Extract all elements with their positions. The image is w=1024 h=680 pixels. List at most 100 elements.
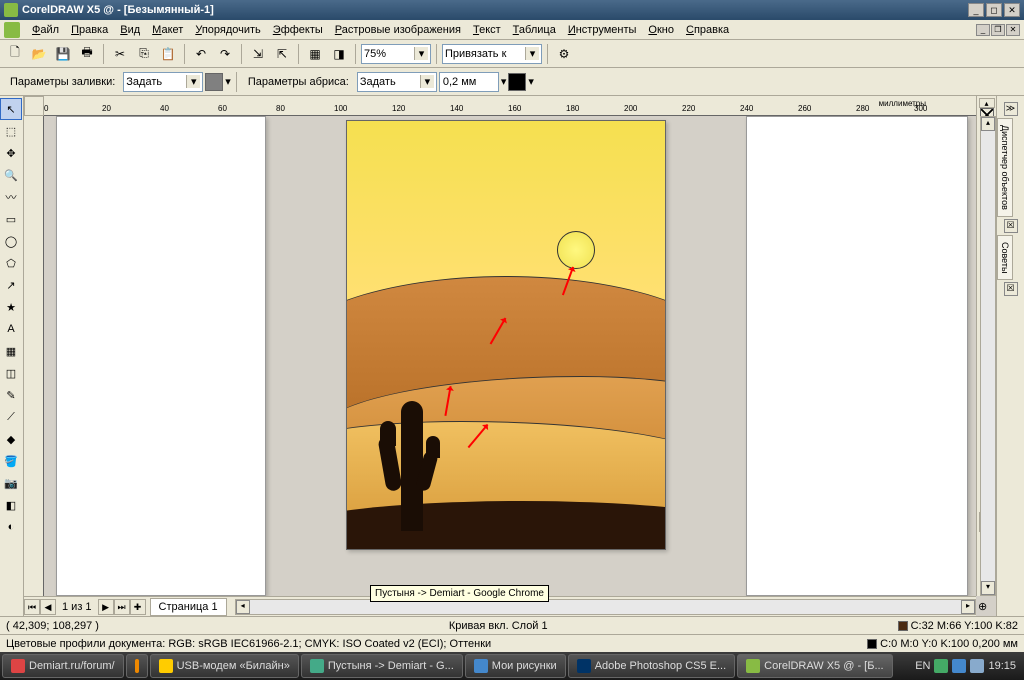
outline-swatch[interactable] [508,73,526,91]
snap-dropdown-icon[interactable]: ▾ [525,47,539,60]
tool-11[interactable]: ▦ [0,340,22,362]
horizontal-ruler[interactable]: миллиметры 02040608010012014016018020022… [44,96,976,116]
fill-indicator[interactable] [898,621,908,631]
menu-упорядочить[interactable]: Упорядочить [189,22,266,38]
redo-button[interactable]: ↷ [214,43,236,65]
outline-indicator[interactable] [867,639,877,649]
copy-button[interactable]: ⎘ [133,43,155,65]
add-page-button[interactable]: ✚ [130,599,146,615]
tool-10[interactable]: A [0,318,22,340]
menu-вид[interactable]: Вид [114,22,146,38]
minimize-button[interactable]: _ [968,3,984,17]
tool-9[interactable]: ★ [0,296,22,318]
fill-swatch-dd[interactable]: ▾ [225,75,231,88]
tool-4[interactable]: 〰 [0,186,22,208]
chevron-down-icon[interactable]: ▾ [186,75,200,88]
vertical-ruler[interactable] [24,116,44,596]
outline-combo[interactable]: Задать ▾ [357,72,437,92]
tool-12[interactable]: ◫ [0,362,22,384]
outline-swatch-dd[interactable]: ▾ [528,75,534,88]
menu-эффекты[interactable]: Эффекты [267,22,329,38]
paste-button[interactable]: 📋 [157,43,179,65]
docker-close-button[interactable]: ☒ [1004,282,1018,296]
menu-файл[interactable]: Файл [26,22,65,38]
menu-инструменты[interactable]: Инструменты [562,22,643,38]
tool-15[interactable]: ◆ [0,428,22,450]
navigator-button[interactable]: ⊕ [978,600,992,614]
tool-0[interactable]: ↖ [0,98,22,120]
clock[interactable]: 19:15 [988,660,1016,672]
doc-close-button[interactable]: ✕ [1006,24,1020,36]
tool-7[interactable]: ⬠ [0,252,22,274]
tray-icon[interactable] [952,659,966,673]
artwork-page[interactable] [346,120,666,550]
taskbar-item[interactable]: Adobe Photoshop CS5 E... [568,654,735,678]
taskbar-item[interactable] [126,654,148,678]
next-page-button[interactable]: ▶ [98,599,114,615]
tray-icon[interactable] [934,659,948,673]
zoom-dropdown-icon[interactable]: ▾ [414,47,428,60]
fill-swatch[interactable] [205,73,223,91]
menu-окно[interactable]: Окно [642,22,680,38]
import-button[interactable]: ⇲ [247,43,269,65]
save-button[interactable]: 💾 [52,43,74,65]
horizontal-scrollbar[interactable]: ◂ ▸ [235,599,976,615]
ruler-origin[interactable] [24,96,44,116]
taskbar-item[interactable]: Demiart.ru/forum/ [2,654,124,678]
scroll-left-button[interactable]: ◂ [236,600,250,614]
chevron-down-icon[interactable]: ▾ [420,75,434,88]
fill-combo[interactable]: Задать ▾ [123,72,203,92]
menu-макет[interactable]: Макет [146,22,189,38]
new-button[interactable]: 🗋 [4,43,26,65]
menu-справка[interactable]: Справка [680,22,735,38]
tool-19[interactable]: ◐ [0,516,22,538]
welcome-button[interactable]: ◨ [328,43,350,65]
app-launcher-button[interactable]: ▦ [304,43,326,65]
scroll-up-button[interactable]: ▴ [981,117,995,131]
tool-14[interactable]: ⟋ [0,406,22,428]
menu-таблица[interactable]: Таблица [507,22,562,38]
tool-16[interactable]: 🪣 [0,450,22,472]
outline-width-dd[interactable]: ▾ [501,75,507,88]
scroll-down-button[interactable]: ▾ [981,581,995,595]
tray-icon[interactable] [970,659,984,673]
maximize-button[interactable]: ◻ [986,3,1002,17]
zoom-combo[interactable]: 75% ▾ [361,44,431,64]
docker-close-button[interactable]: ☒ [1004,219,1018,233]
tool-6[interactable]: ◯ [0,230,22,252]
palette-up-button[interactable]: ▴ [979,98,995,108]
tool-18[interactable]: ◧ [0,494,22,516]
tool-3[interactable]: 🔍 [0,164,22,186]
prev-page-button[interactable]: ◀ [40,599,56,615]
menu-растровые изображения[interactable]: Растровые изображения [329,22,467,38]
tool-1[interactable]: ⬚ [0,120,22,142]
print-button[interactable]: 🖶 [76,43,98,65]
canvas[interactable] [44,116,976,596]
taskbar-item[interactable]: CorelDRAW X5 @ - [Б... [737,654,892,678]
tool-2[interactable]: ✥ [0,142,22,164]
docker-menu-button[interactable]: ≫ [1004,102,1018,116]
doc-minimize-button[interactable]: _ [976,24,990,36]
close-button[interactable]: ✕ [1004,3,1020,17]
export-button[interactable]: ⇱ [271,43,293,65]
tool-17[interactable]: 📷 [0,472,22,494]
outline-width-spin[interactable]: 0,2 мм [439,72,499,92]
menu-текст[interactable]: Текст [467,22,507,38]
taskbar-item[interactable]: USB-модем «Билайн» [150,654,299,678]
docker-tab-object-manager[interactable]: Диспетчер объектов [997,118,1013,217]
cut-button[interactable]: ✂ [109,43,131,65]
taskbar-item[interactable]: Мои рисунки [465,654,566,678]
doc-restore-button[interactable]: ❐ [991,24,1005,36]
taskbar-item[interactable]: Пустыня -> Demiart - G... [301,654,463,678]
vertical-scrollbar[interactable]: ▴ ▾ [980,116,996,596]
snap-combo[interactable]: Привязать к ▾ [442,44,542,64]
docker-tab-hints[interactable]: Советы [997,235,1013,280]
scroll-right-button[interactable]: ▸ [961,600,975,614]
system-tray[interactable]: EN 19:15 [915,659,1022,673]
tool-8[interactable]: ↗ [0,274,22,296]
open-button[interactable]: 📂 [28,43,50,65]
cactus-shape[interactable] [382,401,442,531]
page-tab-1[interactable]: Страница 1 [150,598,227,616]
last-page-button[interactable]: ⏭ [114,599,130,615]
lang-indicator[interactable]: EN [915,660,930,672]
